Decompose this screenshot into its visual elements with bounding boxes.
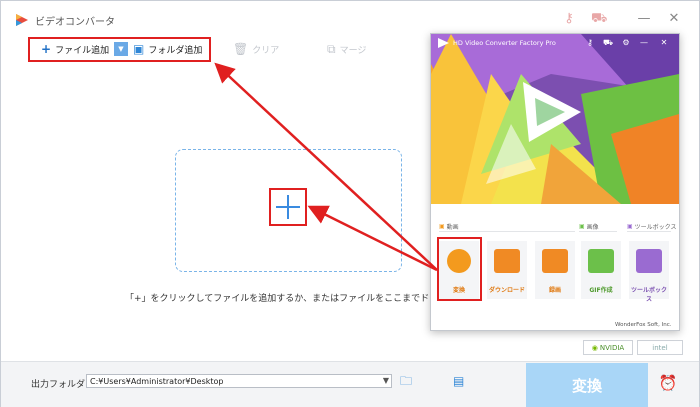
merge-button[interactable]: ⧉ マージ (327, 41, 366, 57)
cart-icon[interactable]: ⛟ (603, 38, 613, 48)
trash-icon: 🗑 (233, 42, 249, 56)
cart-icon[interactable]: ⛟ (591, 11, 607, 27)
close-icon[interactable]: ✕ (659, 38, 669, 48)
clear-label: クリア (252, 45, 280, 56)
drop-hint-text: 「+」をクリックしてファイルを追加するか、またはファイルをここまでドラッグし (125, 294, 466, 304)
section-video-label: 動画 (446, 224, 459, 231)
convert-button[interactable]: 変換 (526, 363, 648, 407)
image-icon (588, 249, 614, 273)
section-image-label: 画像 (586, 224, 599, 231)
convert-tile-highlight-box (437, 237, 482, 301)
open-folder-icon[interactable]: 🗀 (400, 374, 416, 388)
section-divider (439, 231, 575, 232)
tile-record-label: 録画 (548, 287, 561, 294)
video-section-icon: ▣ (439, 223, 445, 230)
key-icon[interactable]: ⚷ (561, 11, 577, 27)
output-folder-input[interactable] (86, 374, 392, 388)
toolbox-icon (636, 249, 662, 273)
minimize-icon[interactable]: — (636, 11, 652, 27)
banner-art (431, 34, 679, 204)
mini-footer-text: WonderFox Soft, Inc. (615, 322, 672, 328)
merge-label: マージ (339, 45, 367, 56)
close-icon[interactable]: ✕ (666, 11, 682, 27)
section-divider (627, 231, 671, 232)
tile-download[interactable]: ダウンロード (487, 241, 527, 299)
tile-gif[interactable]: GIF作成 (581, 241, 621, 299)
output-folder-label: 出力フォルダ： (31, 380, 95, 390)
download-icon (494, 249, 520, 273)
tile-toolbox[interactable]: ツールボックス (629, 241, 669, 303)
nvidia-label: NVIDIA (599, 343, 625, 352)
settings-icon[interactable]: ⚙ (621, 38, 631, 48)
image-section-icon: ▣ (579, 223, 585, 230)
alarm-clock-icon[interactable]: ⏰ (658, 373, 678, 393)
chevron-down-icon[interactable]: ▼ (381, 375, 391, 387)
clear-button[interactable]: 🗑 クリア (233, 41, 279, 57)
app-logo-icon (16, 14, 28, 26)
section-toolbox: ▣ ツールボックス (627, 222, 677, 231)
section-video: ▣ 動画 (439, 222, 459, 231)
plus-highlight-box (269, 188, 307, 226)
section-divider (579, 231, 617, 232)
key-icon[interactable]: ⚷ (585, 38, 595, 48)
toolbar-highlight-box (28, 37, 211, 62)
tile-record[interactable]: 録画 (535, 241, 575, 299)
media-info-icon[interactable]: ▤ (453, 373, 469, 389)
mini-app-logo-icon (438, 38, 449, 48)
screen-record-icon (542, 249, 568, 273)
intel-badge: intel (637, 340, 683, 355)
mini-app-title: HD Video Converter Factory Pro (453, 39, 556, 47)
nvidia-icon: ◉ (591, 343, 598, 352)
mini-title-bar: HD Video Converter Factory Pro ⚷ ⛟ ⚙ — ✕ (431, 34, 679, 52)
section-image: ▣ 画像 (579, 222, 599, 231)
minimize-icon[interactable]: — (639, 38, 649, 48)
tile-download-label: ダウンロード (488, 287, 525, 294)
intel-label: intel (652, 343, 668, 352)
title-bar: ビデオコンバータ ⚷ ⛟ — ✕ (1, 1, 699, 37)
tile-toolbox-label: ツールボックス (630, 287, 667, 303)
toolbox-section-icon: ▣ (627, 223, 633, 230)
nvidia-badge: ◉ NVIDIA (583, 340, 633, 355)
merge-icon: ⧉ (327, 42, 336, 56)
tile-gif-label: GIF作成 (589, 287, 613, 294)
section-toolbox-label: ツールボックス (634, 224, 677, 231)
app-title: ビデオコンバータ (35, 17, 115, 28)
